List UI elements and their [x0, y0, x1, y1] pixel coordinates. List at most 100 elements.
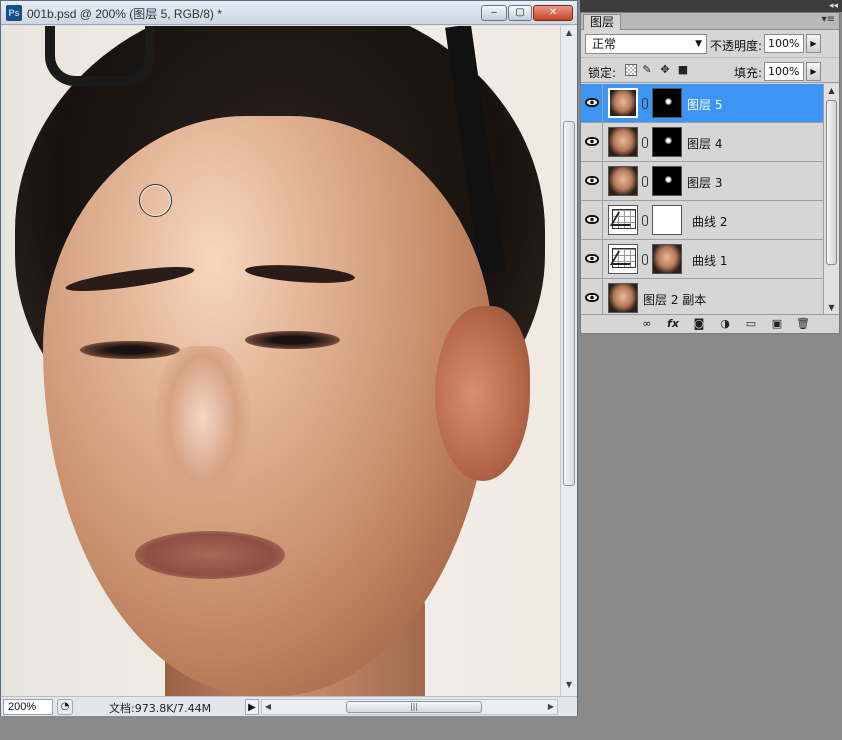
zoom-level-field[interactable]: 200% [3, 699, 53, 715]
layer-name: 图层 3 [687, 176, 723, 190]
status-info-icon[interactable]: ◔ [57, 699, 73, 715]
layer-mask-thumbnail[interactable] [652, 88, 682, 118]
layer-name: 曲线 1 [692, 254, 728, 268]
close-button[interactable]: ✕ [533, 5, 573, 21]
new-layer-icon[interactable]: ▣ [769, 317, 785, 331]
adjustment-icon[interactable]: ◑ [717, 317, 733, 331]
scroll-left-icon[interactable]: ◀ [262, 700, 274, 714]
link-icon[interactable]: ∞ [639, 317, 655, 331]
fill-slider-arrow-icon[interactable]: ▶ [806, 62, 821, 81]
scroll-down-icon[interactable]: ▼ [826, 303, 837, 312]
opacity-label: 不透明度: [710, 39, 763, 53]
photo-nose [155, 346, 250, 506]
lock-position-move-icon[interactable]: ✥ [659, 64, 671, 76]
lock-all-icon[interactable]: ■ [677, 64, 689, 76]
layers-scrollbar[interactable]: ▲ ▼ [823, 84, 839, 314]
chain-link-icon[interactable] [642, 98, 648, 109]
eye-icon [585, 254, 599, 263]
fill-input[interactable]: 100% [764, 62, 804, 81]
photo-eye-right [245, 331, 340, 349]
layer-thumbnail[interactable] [608, 166, 638, 196]
eye-icon [585, 176, 599, 185]
trash-icon[interactable]: 🗑 [795, 317, 811, 331]
layer-mask-thumbnail[interactable] [652, 166, 682, 196]
document-title-bar[interactable]: Ps 001b.psd @ 200% (图层 5, RGB/8) * ‒ ▢ ✕ [1, 1, 577, 25]
layer-row[interactable]: 曲线 1 [581, 240, 823, 279]
folder-icon[interactable]: ▭ [743, 317, 759, 331]
fill-label: 填充: [734, 66, 763, 80]
layer-visibility-toggle[interactable] [581, 201, 603, 239]
minimize-button[interactable]: ‒ [481, 5, 507, 21]
layer-thumbnail[interactable] [608, 283, 638, 313]
layer-name: 曲线 2 [692, 215, 728, 229]
eye-icon [585, 215, 599, 224]
layer-row[interactable]: 图层 2 副本 [581, 279, 823, 314]
lock-label: 锁定: [588, 66, 617, 80]
eye-icon [585, 293, 599, 302]
horizontal-scroll-thumb[interactable]: ||| [346, 701, 482, 713]
fx-icon[interactable]: fx [665, 317, 681, 331]
layers-panel: 图层 ▾≡ 正常 ▼ 不透明度: 100% ▶ 锁定: ✎ ✥ ■ 填充: 10… [580, 12, 840, 334]
layer-visibility-toggle[interactable] [581, 84, 603, 122]
status-bar: 200% ◔ 文档:973.8K/7.44M ▶ ◀ ||| ▶ [1, 696, 577, 716]
layer-name: 图层 2 副本 [643, 293, 707, 307]
photo-ear [435, 306, 530, 481]
layer-visibility-toggle[interactable] [581, 279, 603, 314]
status-menu-arrow-icon[interactable]: ▶ [245, 699, 259, 715]
layer-thumbnail[interactable] [608, 88, 638, 118]
photo-lips [135, 531, 285, 579]
chain-link-icon[interactable] [642, 176, 648, 187]
layer-mask-thumbnail[interactable] [652, 127, 682, 157]
scroll-down-icon[interactable]: ▼ [563, 680, 575, 694]
mask-icon[interactable]: ◙ [691, 317, 707, 331]
lock-row: 锁定: ✎ ✥ ■ 填充: 100% ▶ [581, 57, 839, 83]
photo-sunglasses [45, 26, 155, 86]
layers-scroll-thumb[interactable] [826, 100, 837, 265]
layer-visibility-toggle[interactable] [581, 123, 603, 161]
layer-name: 图层 5 [687, 98, 723, 112]
chain-link-icon[interactable] [642, 137, 648, 148]
layer-row[interactable]: 图层 4 [581, 123, 823, 162]
layer-row[interactable]: 曲线 2 [581, 201, 823, 240]
layer-visibility-toggle[interactable] [581, 240, 603, 278]
curves-adjustment-thumbnail[interactable] [608, 244, 638, 274]
layer-name: 图层 4 [687, 137, 723, 151]
opacity-input[interactable]: 100% [764, 34, 804, 53]
document-title: 001b.psd @ 200% (图层 5, RGB/8) * [27, 7, 222, 21]
tab-layers[interactable]: 图层 [583, 14, 622, 30]
layer-mask-thumbnail[interactable] [652, 244, 682, 274]
photo-eye-left [80, 341, 180, 359]
panel-tab-bar: 图层 ▾≡ [581, 13, 839, 30]
layer-mask-thumbnail[interactable] [652, 205, 682, 235]
layers-panel-toolbar: ∞ fx ◙ ◑ ▭ ▣ 🗑 [581, 314, 839, 333]
layer-row[interactable]: 图层 5 [581, 84, 823, 123]
scroll-up-icon[interactable]: ▲ [563, 28, 575, 42]
layer-thumbnail[interactable] [608, 127, 638, 157]
layers-list: 图层 5 图层 4 图层 3 曲线 2 曲线 1 图层 2 副本 [581, 84, 823, 314]
blend-mode-select[interactable]: 正常 ▼ [585, 34, 707, 54]
lock-paint-brush-icon[interactable]: ✎ [641, 64, 653, 76]
scroll-up-icon[interactable]: ▲ [826, 86, 837, 95]
scroll-right-icon[interactable]: ▶ [545, 700, 557, 714]
layer-row[interactable]: 图层 3 [581, 162, 823, 201]
eye-icon [585, 98, 599, 107]
panel-menu-icon[interactable]: ▾≡ [822, 14, 835, 25]
chain-link-icon[interactable] [642, 215, 648, 226]
horizontal-scrollbar[interactable]: ◀ ||| ▶ [261, 699, 558, 715]
photoshop-icon: Ps [6, 5, 22, 21]
document-size-info: 文档:973.8K/7.44M [109, 702, 212, 715]
panel-dock-header[interactable]: ◂◂ [580, 0, 842, 12]
document-window: Ps 001b.psd @ 200% (图层 5, RGB/8) * ‒ ▢ ✕… [0, 0, 578, 716]
chevron-down-icon: ▼ [695, 39, 702, 49]
chain-link-icon[interactable] [642, 254, 648, 265]
layer-visibility-toggle[interactable] [581, 162, 603, 200]
eye-icon [585, 137, 599, 146]
vertical-scroll-thumb[interactable] [563, 121, 575, 486]
maximize-button[interactable]: ▢ [508, 5, 532, 21]
image-canvas[interactable] [5, 26, 560, 696]
vertical-scrollbar[interactable]: ▲ ▼ [560, 26, 577, 696]
curves-adjustment-thumbnail[interactable] [608, 205, 638, 235]
opacity-slider-arrow-icon[interactable]: ▶ [806, 34, 821, 53]
blend-mode-value: 正常 [592, 37, 617, 51]
lock-transparency-icon[interactable] [625, 64, 637, 76]
